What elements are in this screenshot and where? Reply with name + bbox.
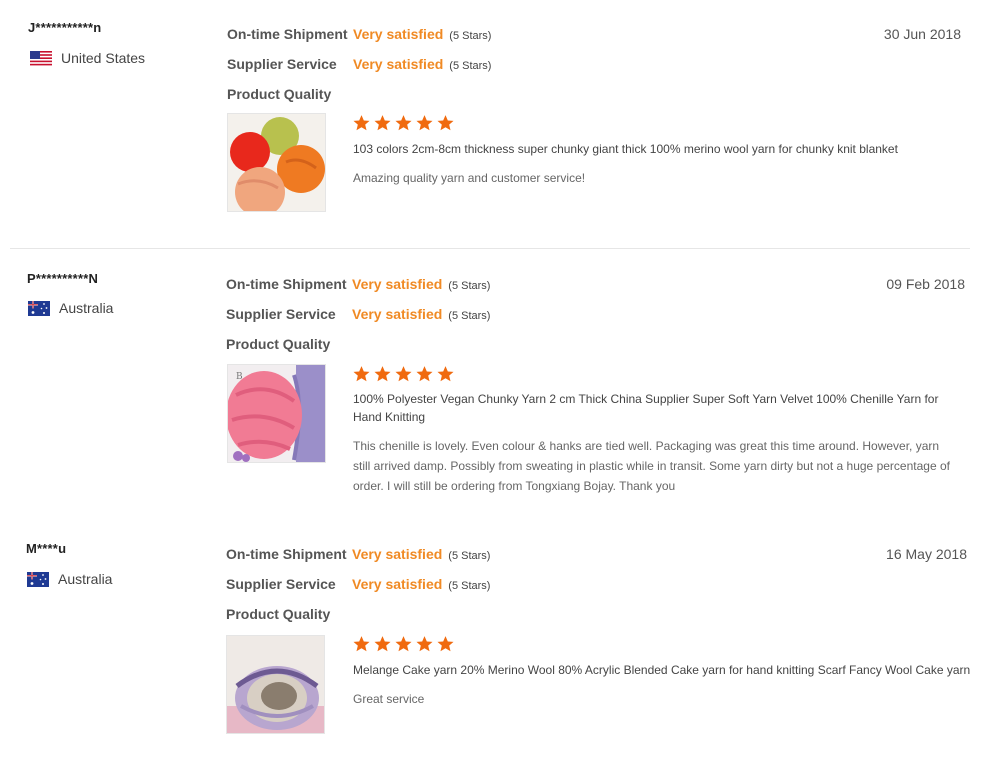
buyer-country: Australia [27, 571, 112, 587]
star-icon [415, 635, 434, 653]
ontime-shipment-row: On-time Shipment Very satisfied (5 Stars… [227, 26, 491, 42]
ontime-shipment-value: Very satisfied [353, 26, 444, 42]
ontime-shipment-value: Very satisfied [352, 276, 443, 292]
country-label: United States [61, 50, 146, 66]
product-rating-stars [352, 635, 457, 653]
star-icon [394, 635, 413, 653]
buyer-country: Australia [28, 300, 113, 316]
star-icon [373, 365, 392, 383]
product-rating-stars [352, 365, 457, 383]
supplier-service-label: Supplier Service [227, 56, 337, 72]
product-thumbnail[interactable] [226, 635, 325, 734]
buyer-name: M****u [26, 541, 67, 556]
supplier-service-stars: (5 Stars) [448, 310, 491, 322]
product-title[interactable]: Melange Cake yarn 20% Merino Wool 80% Ac… [353, 661, 978, 679]
product-quality-label: Product Quality [226, 606, 331, 622]
star-icon [436, 114, 455, 132]
feedback-text: Amazing quality yarn and customer servic… [353, 171, 586, 185]
product-title[interactable]: 100% Polyester Vegan Chunky Yarn 2 cm Th… [353, 390, 968, 426]
ontime-shipment-stars: (5 Stars) [449, 30, 492, 42]
product-title[interactable]: 103 colors 2cm-8cm thickness super chunk… [353, 140, 963, 158]
supplier-service-label: Supplier Service [226, 306, 336, 322]
star-icon [436, 365, 455, 383]
star-icon [415, 114, 434, 132]
svg-text:B: B [236, 372, 243, 382]
star-icon [352, 114, 371, 132]
ontime-shipment-value: Very satisfied [352, 546, 443, 562]
product-thumbnail[interactable]: B [227, 364, 326, 463]
ontime-shipment-row: On-time Shipment Very satisfied (5 Stars… [226, 546, 490, 562]
supplier-service-stars: (5 Stars) [449, 60, 492, 72]
star-icon [352, 635, 371, 653]
star-icon [352, 365, 371, 383]
buyer-name: J***********n [28, 20, 102, 35]
star-icon [415, 365, 434, 383]
au-flag-icon [27, 571, 49, 587]
product-quality-label: Product Quality [226, 336, 331, 352]
feedback-text: Great service [353, 692, 425, 706]
review-divider [10, 248, 970, 249]
ontime-shipment-label: On-time Shipment [227, 26, 348, 42]
star-icon [394, 114, 413, 132]
supplier-service-value: Very satisfied [352, 576, 443, 592]
supplier-service-value: Very satisfied [353, 56, 444, 72]
ontime-shipment-row: On-time Shipment Very satisfied (5 Stars… [226, 276, 490, 292]
star-icon [436, 635, 455, 653]
review-date: 30 Jun 2018 [883, 26, 961, 42]
review-date: 09 Feb 2018 [886, 276, 965, 292]
star-icon [373, 114, 392, 132]
star-icon [394, 365, 413, 383]
supplier-service-row: Supplier Service Very satisfied (5 Stars… [226, 306, 490, 322]
country-label: Australia [59, 300, 114, 316]
ontime-shipment-label: On-time Shipment [226, 276, 347, 292]
supplier-service-row: Supplier Service Very satisfied (5 Stars… [226, 576, 490, 592]
feedback-text: This chenille is lovely. Even colour & h… [353, 439, 950, 493]
ontime-shipment-stars: (5 Stars) [448, 550, 491, 562]
ontime-shipment-label: On-time Shipment [226, 546, 347, 562]
product-rating-stars [352, 114, 457, 132]
buyer-name: P**********N [27, 271, 99, 286]
supplier-service-value: Very satisfied [352, 306, 443, 322]
supplier-service-stars: (5 Stars) [448, 580, 491, 592]
supplier-service-row: Supplier Service Very satisfied (5 Stars… [227, 56, 491, 72]
us-flag-icon [30, 50, 52, 66]
product-thumbnail[interactable] [227, 113, 326, 212]
ontime-shipment-stars: (5 Stars) [448, 280, 491, 292]
buyer-country: United States [30, 50, 145, 66]
review-date: 16 May 2018 [886, 546, 967, 562]
supplier-service-label: Supplier Service [226, 576, 336, 592]
star-icon [373, 635, 392, 653]
product-quality-label: Product Quality [227, 86, 332, 102]
country-label: Australia [58, 571, 113, 587]
au-flag-icon [28, 300, 50, 316]
